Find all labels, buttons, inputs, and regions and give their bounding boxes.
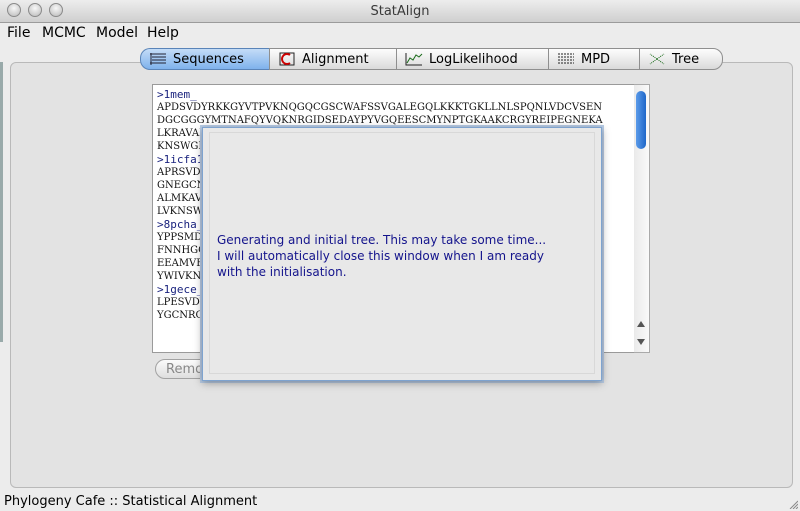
sequence-header: >1mem_ xyxy=(157,88,197,101)
menu-file[interactable]: File xyxy=(7,25,30,41)
sequence-line: APDSVDYRKKGYVTPVKNQGQCGSCWAFSSVGALEGQLKK… xyxy=(157,102,603,113)
scroll-down-arrow-icon[interactable] xyxy=(637,339,645,345)
tab-loglikelihood-label: LogLikelihood xyxy=(429,51,518,67)
tab-loglikelihood[interactable]: LogLikelihood xyxy=(396,48,548,70)
progress-dialog: Generating and initial tree. This may ta… xyxy=(202,127,602,381)
status-text: Phylogeny Cafe :: Statistical Alignment xyxy=(4,494,258,509)
scroll-up-arrow-icon[interactable] xyxy=(637,321,645,327)
window-title: StatAlign xyxy=(370,4,430,19)
sequence-line: DGCGGGYMTNAFQYVQKNRGIDSEDAYPYVGQEESCMYNP… xyxy=(157,115,603,126)
dialog-message-line: with the initialisation. xyxy=(217,265,347,279)
left-edge-strip xyxy=(0,62,3,342)
dialog-message-line: Generating and initial tree. This may ta… xyxy=(217,233,547,247)
sequences-icon xyxy=(150,53,166,65)
dialog-message-line: I will automatically close this window w… xyxy=(217,249,544,263)
mpd-icon xyxy=(558,53,574,64)
scrollbar-thumb[interactable] xyxy=(636,91,646,149)
dialog-message: Generating and initial tree. This may ta… xyxy=(217,232,546,280)
menu-model[interactable]: Model xyxy=(96,25,138,41)
tab-sequences-label: Sequences xyxy=(173,51,244,67)
tab-alignment[interactable]: Alignment xyxy=(269,48,396,70)
menu-bar: File MCMC Model Help xyxy=(0,23,800,43)
alignment-icon xyxy=(279,52,295,66)
status-bar: Phylogeny Cafe :: Statistical Alignment xyxy=(0,493,800,511)
tab-sequences[interactable]: Sequences xyxy=(140,48,269,70)
app-window: StatAlign File MCMC Model Help Sequences… xyxy=(0,0,800,511)
title-bar: StatAlign xyxy=(0,0,800,23)
tab-mpd[interactable]: MPD xyxy=(548,48,639,70)
tab-tree-label: Tree xyxy=(672,51,700,67)
tab-bar: Sequences Alignment LogLikelihood MPD Tr… xyxy=(140,48,723,70)
resize-grip-icon[interactable] xyxy=(788,499,798,509)
tree-icon xyxy=(649,53,665,65)
menu-help[interactable]: Help xyxy=(147,25,179,41)
loglikelihood-icon xyxy=(405,53,423,66)
menu-mcmc[interactable]: MCMC xyxy=(42,25,86,41)
tab-mpd-label: MPD xyxy=(581,51,611,67)
tab-alignment-label: Alignment xyxy=(302,51,369,67)
tab-tree[interactable]: Tree xyxy=(639,48,723,70)
vertical-scrollbar[interactable] xyxy=(634,84,650,353)
